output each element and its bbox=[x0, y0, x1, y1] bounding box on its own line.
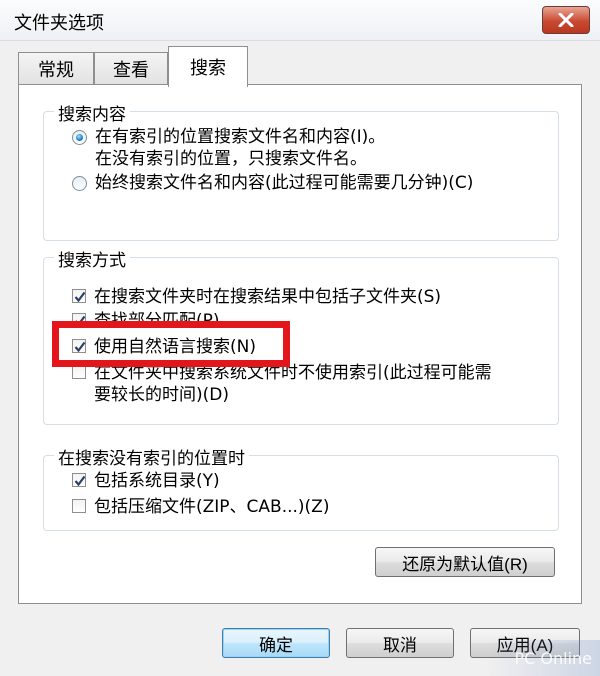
watermark: PC Online bbox=[486, 640, 600, 676]
cancel-button[interactable]: 取消 bbox=[346, 628, 454, 658]
radio-option-index[interactable]: 在有索引的位置搜索文件名和内容(I)。 在没有索引的位置，只搜索文件名。 bbox=[72, 126, 385, 170]
checkbox-unchecked[interactable] bbox=[72, 365, 86, 379]
search-content-group: 搜索内容 在有索引的位置搜索文件名和内容(I)。 在没有索引的位置，只搜索文件名… bbox=[43, 100, 559, 241]
search-method-title: 搜索方式 bbox=[54, 246, 130, 271]
unindexed-title: 在搜索没有索引的位置时 bbox=[54, 444, 249, 469]
unindexed-group: 在搜索没有索引的位置时 包括系统目录(Y) 包括压缩文件(ZIP、CAB...)… bbox=[43, 444, 559, 531]
checkbox-unchecked[interactable] bbox=[72, 499, 86, 513]
checkbox-checked[interactable] bbox=[72, 313, 86, 327]
checkbox-include-subfolders[interactable]: 在搜索文件夹时在搜索结果中包括子文件夹(S) bbox=[72, 286, 441, 308]
radio-unselected[interactable] bbox=[72, 176, 87, 191]
checkmark-icon bbox=[74, 341, 86, 353]
checkbox-partial-match[interactable]: 查找部分匹配(P) bbox=[72, 310, 220, 332]
close-button[interactable] bbox=[542, 6, 590, 34]
checkbox-checked[interactable] bbox=[72, 339, 86, 353]
checkbox-natural-language[interactable]: 使用自然语言搜索(N) bbox=[72, 336, 256, 358]
title-bar: 文件夹选项 bbox=[0, 0, 600, 41]
radio-option-always[interactable]: 始终搜索文件名和内容(此过程可能需要几分钟)(C) bbox=[72, 172, 473, 194]
ok-button[interactable]: 确定 bbox=[222, 628, 330, 658]
tab-general[interactable]: 常规 bbox=[18, 52, 94, 85]
checkmark-icon bbox=[74, 315, 86, 327]
radio-selected[interactable] bbox=[72, 130, 87, 145]
checkbox-system-directories[interactable]: 包括系统目录(Y) bbox=[72, 470, 220, 492]
checkmark-icon bbox=[74, 475, 86, 487]
restore-defaults-button[interactable]: 还原为默认值(R) bbox=[375, 547, 555, 577]
tab-panel: 搜索内容 在有索引的位置搜索文件名和内容(I)。 在没有索引的位置，只搜索文件名… bbox=[18, 84, 582, 604]
close-icon bbox=[558, 13, 574, 27]
checkbox-checked[interactable] bbox=[72, 473, 86, 487]
checkmark-icon bbox=[74, 291, 86, 303]
tab-view[interactable]: 查看 bbox=[94, 52, 168, 85]
tab-search[interactable]: 搜索 bbox=[168, 46, 248, 87]
search-method-group: 搜索方式 在搜索文件夹时在搜索结果中包括子文件夹(S) 查找部分匹配(P) 使用… bbox=[43, 246, 559, 425]
search-content-title: 搜索内容 bbox=[54, 100, 130, 125]
checkbox-no-index-system-files[interactable]: 在文件夹中搜索系统文件时不使用索引(此过程可能需 要较长的时间)(D) bbox=[72, 362, 492, 406]
checkbox-checked[interactable] bbox=[72, 289, 86, 303]
checkbox-compressed-files[interactable]: 包括压缩文件(ZIP、CAB...)(Z) bbox=[72, 496, 329, 518]
window-title: 文件夹选项 bbox=[14, 13, 104, 34]
